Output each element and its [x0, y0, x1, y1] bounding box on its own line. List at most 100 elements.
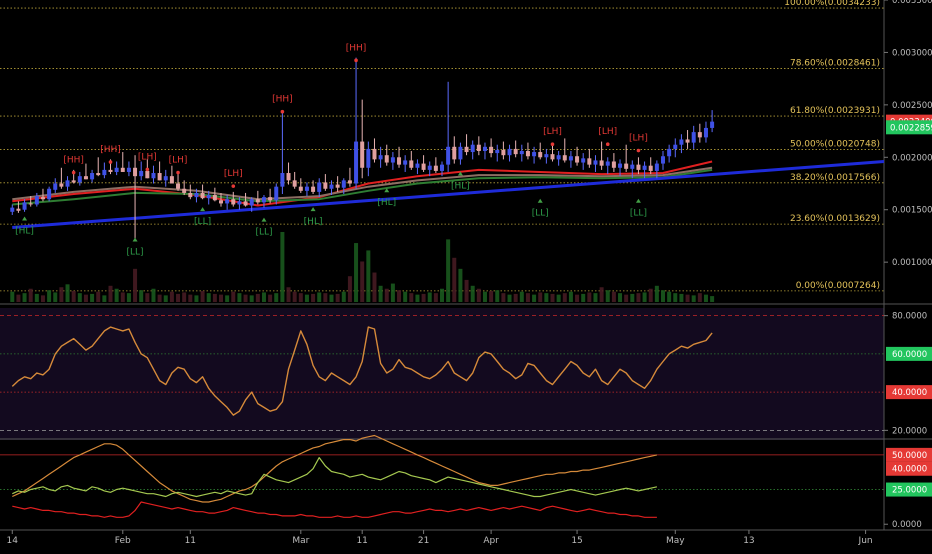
- candle-body: [703, 127, 708, 138]
- time-axis-label: 11: [356, 536, 367, 546]
- volume-bar: [446, 239, 451, 302]
- candle-body: [280, 173, 285, 187]
- pivot-marker: [176, 170, 180, 175]
- pivot-label: [HL]: [451, 181, 470, 191]
- volume-bar: [126, 293, 131, 302]
- volume-bar: [525, 293, 530, 302]
- candle-body: [261, 197, 266, 203]
- volume-bar: [697, 293, 702, 302]
- price-axis-label: 0.0030000: [892, 48, 932, 58]
- fib-level-label: 100.00%(0.0034233): [784, 0, 880, 8]
- candle-body: [710, 121, 715, 128]
- candle-body: [661, 156, 665, 164]
- pivot-label: [LL]: [255, 228, 272, 238]
- volume-bar: [176, 293, 181, 302]
- candle-body: [194, 192, 199, 198]
- rsi-badge-label: 60.0000: [892, 350, 927, 360]
- rsi-axis-label: 20.0000: [892, 426, 927, 436]
- volume-bar: [482, 291, 487, 302]
- volume-bar: [703, 294, 708, 302]
- candle-body: [630, 164, 635, 169]
- candle-body: [163, 176, 168, 181]
- candle-body: [470, 144, 475, 153]
- volume-bar: [77, 293, 82, 302]
- volume-bar: [249, 295, 254, 302]
- candle-body: [654, 163, 659, 171]
- pivot-label: [HH]: [63, 156, 84, 166]
- volume-bar: [102, 295, 107, 302]
- time-axis-label: Mar: [292, 536, 309, 546]
- volume-bar: [489, 290, 494, 302]
- candle-body: [501, 149, 506, 156]
- volume-bar: [114, 288, 119, 302]
- pivot-label: [HH]: [100, 145, 121, 155]
- candle-body: [317, 182, 322, 192]
- adx-badge-label: 25.0000: [892, 486, 927, 496]
- candle-body: [624, 163, 629, 169]
- volume-bar: [673, 293, 678, 302]
- volume-bar: [384, 288, 389, 302]
- candle-body: [304, 186, 309, 191]
- volume-bar: [219, 294, 223, 302]
- volume-bar: [372, 272, 377, 302]
- pivot-marker: [354, 58, 358, 63]
- candle-body: [525, 151, 530, 157]
- volume-bar: [255, 293, 260, 302]
- volume-bar: [433, 293, 438, 302]
- pivot-marker: [108, 160, 113, 164]
- candle-body: [126, 167, 131, 172]
- pivot-marker: [231, 184, 236, 188]
- candle-body: [464, 146, 469, 153]
- volume-bar: [390, 283, 395, 302]
- candle-body: [476, 144, 481, 151]
- candle-body: [697, 132, 702, 138]
- volume-bar: [354, 243, 359, 302]
- volume-bar: [538, 292, 543, 302]
- candle-body: [219, 200, 223, 204]
- price-axis-label: 0.0035000: [892, 0, 932, 6]
- volume-bar: [22, 293, 27, 302]
- candle-body: [538, 152, 543, 158]
- volume-bar: [550, 293, 555, 302]
- volume-bar: [286, 287, 291, 302]
- volume-bar: [268, 294, 273, 302]
- candle-body: [329, 184, 334, 189]
- candle-body: [599, 160, 604, 166]
- fib-level-label: 23.60%(0.0013629): [790, 214, 880, 224]
- volume-bar: [292, 291, 297, 302]
- candle-body: [427, 165, 432, 170]
- volume-bar: [65, 284, 70, 302]
- candle-body: [83, 176, 88, 180]
- candle-body: [648, 165, 653, 171]
- volume-bar: [108, 285, 113, 302]
- candle-body: [286, 173, 291, 181]
- candle-body: [176, 183, 181, 189]
- pivot-label: [LL]: [194, 217, 211, 227]
- volume-bar: [366, 250, 371, 302]
- volume-bar: [636, 293, 641, 302]
- volume-bar: [661, 290, 665, 302]
- candle-body: [151, 173, 156, 179]
- pivot-label: [LH]: [224, 169, 243, 179]
- volume-bar: [685, 294, 690, 302]
- candle-body: [225, 199, 230, 204]
- volume-bar: [323, 293, 328, 302]
- volume-bar: [145, 293, 150, 302]
- adx-badge-label: 40.0000: [892, 465, 927, 475]
- candle-body: [292, 180, 297, 187]
- volume-bar: [403, 291, 408, 302]
- pivot-marker: [605, 142, 610, 147]
- volume-bar: [304, 294, 309, 302]
- trading-chart[interactable]: 0.0035000 0.0030000 0.0025000 0.0020000 0.00…: [0, 0, 932, 550]
- time-axis-label: Apr: [483, 536, 499, 546]
- candle-body: [440, 164, 444, 171]
- pivot-marker: [280, 109, 285, 114]
- candle-body: [495, 149, 500, 154]
- candle-body: [200, 192, 205, 199]
- volume-bar: [157, 294, 162, 302]
- candle-body: [458, 146, 463, 160]
- volume-bar: [71, 290, 76, 302]
- candle-body: [409, 160, 414, 168]
- price-axis-label: 0.0025000: [892, 101, 932, 111]
- volume-bar: [587, 292, 592, 302]
